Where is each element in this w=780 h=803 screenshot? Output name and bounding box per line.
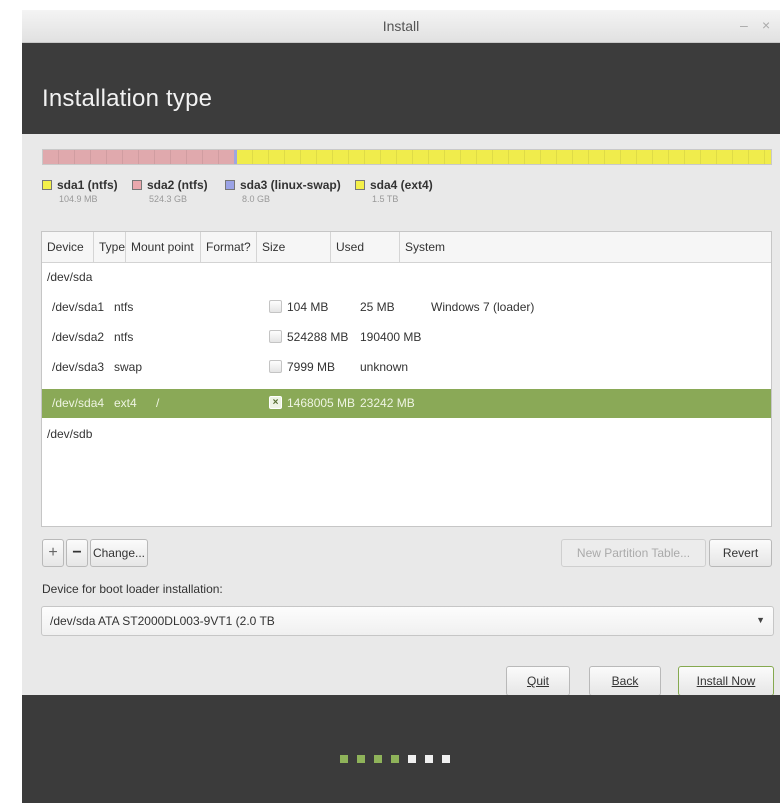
legend-size: 1.5 TB xyxy=(372,194,399,204)
revert-button[interactable]: Revert xyxy=(709,539,772,567)
cell-device: /dev/sda1 xyxy=(52,300,105,314)
column-header-mount-point[interactable]: Mount point xyxy=(126,232,201,262)
cell-device: /dev/sdb xyxy=(47,427,93,441)
back-label: Back xyxy=(611,674,639,688)
progress-step-dot xyxy=(340,755,348,763)
install-now-button[interactable]: Install Now xyxy=(678,666,774,696)
legend-swatch xyxy=(132,180,142,190)
add-partition-button[interactable]: + xyxy=(42,539,64,567)
quit-button[interactable]: Quit xyxy=(506,666,570,696)
close-icon[interactable]: × xyxy=(762,17,770,33)
cell-type: ntfs xyxy=(114,330,134,344)
partition-segment-sda2 xyxy=(43,150,234,164)
legend-size: 104.9 MB xyxy=(59,194,98,204)
partition-segment-sda4 xyxy=(236,150,772,164)
table-row-sda[interactable]: /dev/sda xyxy=(42,263,771,291)
legend-swatch xyxy=(42,180,52,190)
page-header: Installation type xyxy=(22,43,780,134)
title-bar[interactable]: Install – × xyxy=(22,10,780,43)
install-now-label: Install Now xyxy=(696,674,756,688)
cell-used: 25 MB xyxy=(360,300,395,314)
dropdown-arrow-icon: ▼ xyxy=(756,615,765,625)
column-header-device[interactable]: Device xyxy=(42,232,94,262)
new-partition-table-button[interactable]: New Partition Table... xyxy=(561,539,706,567)
cell-type: ntfs xyxy=(114,300,134,314)
legend-label: sda1 (ntfs) xyxy=(57,178,118,192)
installer-window: Install – × Installation type sda1 (ntfs… xyxy=(22,10,780,803)
partition-usage-bar xyxy=(42,149,772,165)
quit-label: Quit xyxy=(526,674,549,688)
cell-used: 23242 MB xyxy=(360,396,415,410)
table-row-sdb[interactable]: /dev/sdb xyxy=(42,420,771,448)
cell-device: /dev/sda2 xyxy=(52,330,105,344)
table-row-sda2[interactable]: /dev/sda2 ntfs 524288 MB 190400 MB xyxy=(42,323,771,351)
progress-step-dot xyxy=(391,755,399,763)
minimize-icon[interactable]: – xyxy=(740,17,748,33)
cell-type: swap xyxy=(114,360,143,374)
table-row-sda1[interactable]: /dev/sda1 ntfs 104 MB 25 MB Windows 7 (l… xyxy=(42,293,771,321)
cell-device: /dev/sda4 xyxy=(52,396,105,410)
progress-step-dot xyxy=(425,755,433,763)
legend-swatch xyxy=(355,180,365,190)
cell-device: /dev/sda xyxy=(47,270,93,284)
table-header: Device Type Mount point Format? Size Use… xyxy=(42,232,771,263)
progress-step-dot xyxy=(374,755,382,763)
boot-loader-label: Device for boot loader installation: xyxy=(42,582,223,596)
page-title: Installation type xyxy=(42,85,213,112)
legend-swatch xyxy=(225,180,235,190)
column-header-system[interactable]: System xyxy=(400,232,771,262)
boot-loader-selected-value: /dev/sda ATA ST2000DL003-9VT1 (2.0 TB xyxy=(50,614,275,628)
progress-step-dot xyxy=(357,755,365,763)
legend-label: sda3 (linux-swap) xyxy=(240,178,341,192)
table-row-sda4-selected[interactable]: /dev/sda4 ext4 / × 1468005 MB 23242 MB xyxy=(42,389,771,418)
table-row-sda3[interactable]: /dev/sda3 swap 7999 MB unknown xyxy=(42,353,771,381)
format-checkbox[interactable] xyxy=(269,300,282,313)
cell-size: 1468005 MB xyxy=(287,396,356,410)
cell-mount-point: / xyxy=(156,396,160,410)
column-header-used[interactable]: Used xyxy=(331,232,400,262)
legend-label: sda2 (ntfs) xyxy=(147,178,208,192)
cell-used: unknown xyxy=(360,360,409,374)
cell-size: 104 MB xyxy=(287,300,329,314)
cell-used: 190400 MB xyxy=(360,330,422,344)
format-checkbox-checked[interactable]: × xyxy=(269,396,282,409)
legend-size: 524.3 GB xyxy=(149,194,188,204)
window-title: Install xyxy=(382,18,420,34)
cell-system: Windows 7 (loader) xyxy=(431,300,535,314)
partition-table[interactable]: Device Type Mount point Format? Size Use… xyxy=(41,231,772,527)
column-header-type[interactable]: Type xyxy=(94,232,126,262)
legend-size: 8.0 GB xyxy=(242,194,271,204)
column-header-size[interactable]: Size xyxy=(257,232,331,262)
installer-footer xyxy=(22,695,780,803)
progress-step-dot xyxy=(442,755,450,763)
boot-loader-device-select[interactable]: /dev/sda ATA ST2000DL003-9VT1 (2.0 TB ▼ xyxy=(41,606,774,636)
format-checkbox[interactable] xyxy=(269,330,282,343)
column-header-format[interactable]: Format? xyxy=(201,232,257,262)
cell-type: ext4 xyxy=(114,396,137,410)
format-checkbox[interactable] xyxy=(269,360,282,373)
change-partition-button[interactable]: Change... xyxy=(90,539,148,567)
legend-label: sda4 (ext4) xyxy=(370,178,433,192)
cell-size: 524288 MB xyxy=(287,330,349,344)
progress-step-dot xyxy=(408,755,416,763)
cell-device: /dev/sda3 xyxy=(52,360,105,374)
remove-partition-button[interactable]: − xyxy=(66,539,88,567)
cell-size: 7999 MB xyxy=(287,360,336,374)
back-button[interactable]: Back xyxy=(589,666,661,696)
